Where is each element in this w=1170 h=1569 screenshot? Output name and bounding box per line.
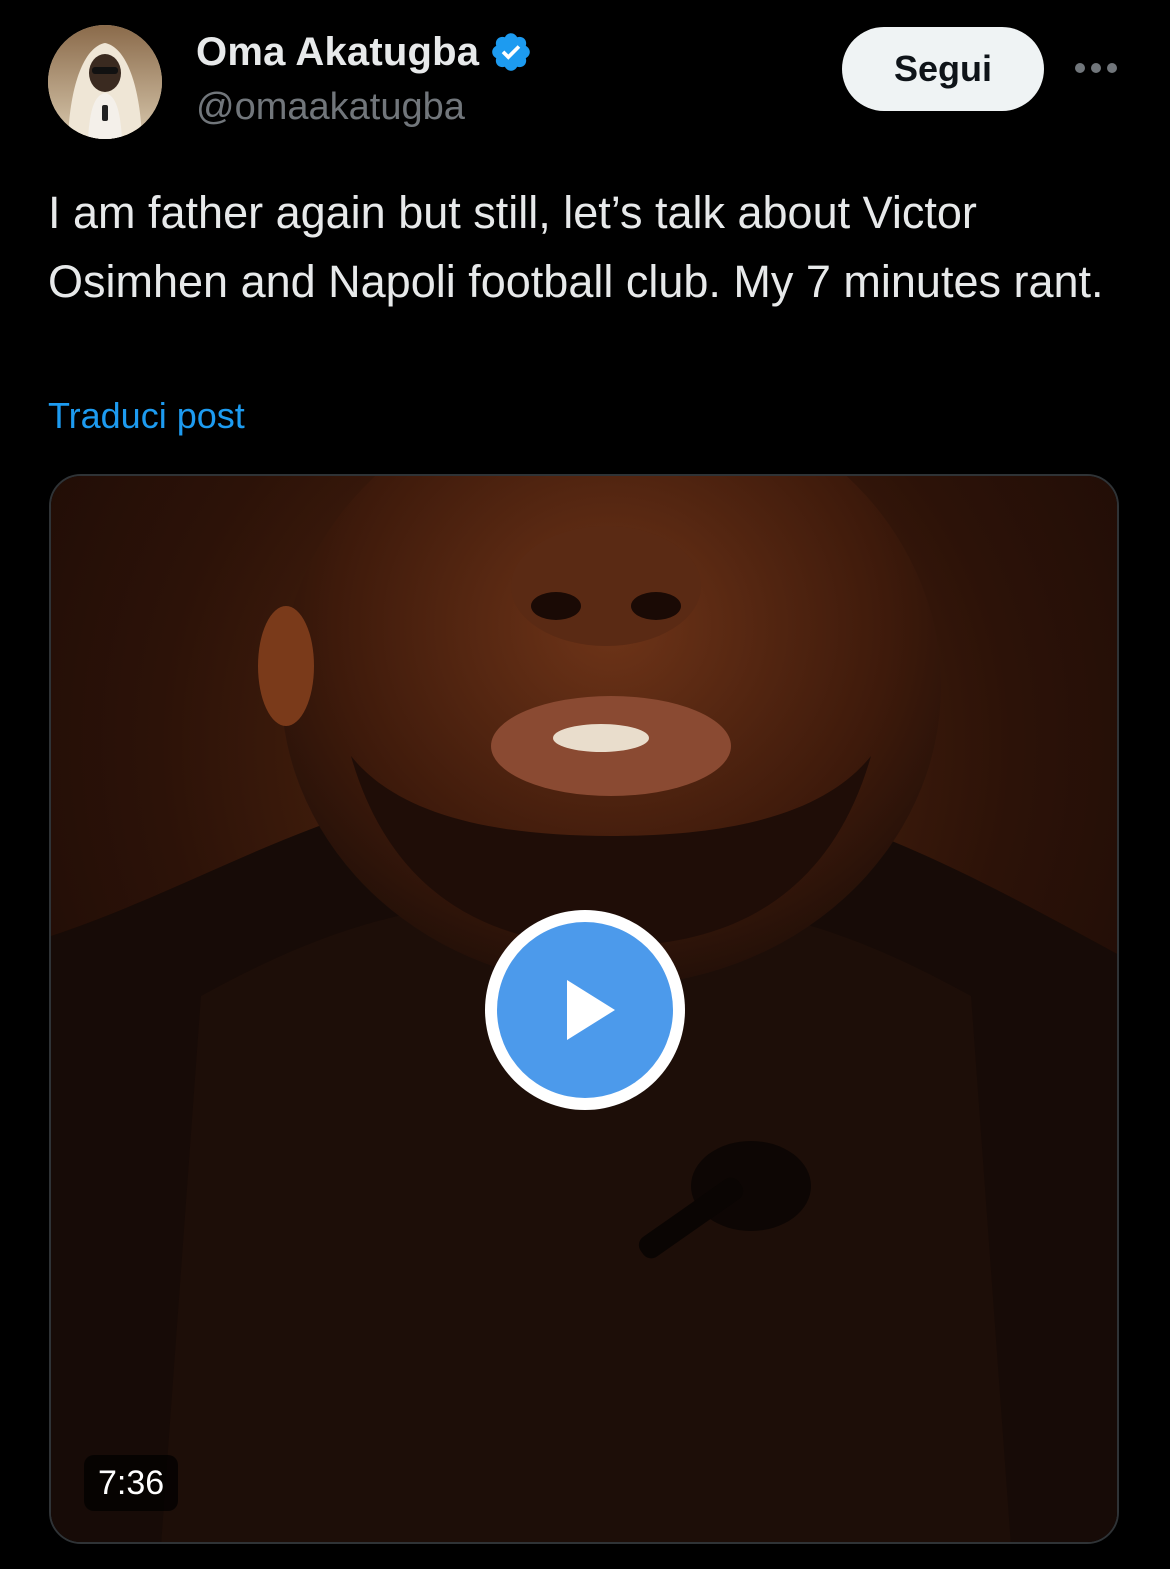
post-text: I am father again but still, let’s talk … [48, 187, 1104, 307]
author-name-row: Oma Akatugba [196, 28, 533, 76]
author-display-name[interactable]: Oma Akatugba [196, 30, 479, 75]
video-duration-badge: 7:36 [84, 1455, 179, 1511]
play-button[interactable] [485, 910, 685, 1110]
play-icon [497, 922, 673, 1098]
author-handle[interactable]: @omaakatugba [196, 86, 465, 129]
video-player[interactable]: 7:36 [49, 474, 1119, 1544]
avatar-image [48, 25, 162, 139]
translate-post-link[interactable]: Traduci post [48, 395, 245, 437]
more-options-icon[interactable] [1066, 48, 1126, 88]
avatar[interactable] [48, 25, 162, 139]
verified-badge-icon[interactable] [489, 30, 533, 74]
follow-button[interactable]: Segui [842, 27, 1044, 111]
